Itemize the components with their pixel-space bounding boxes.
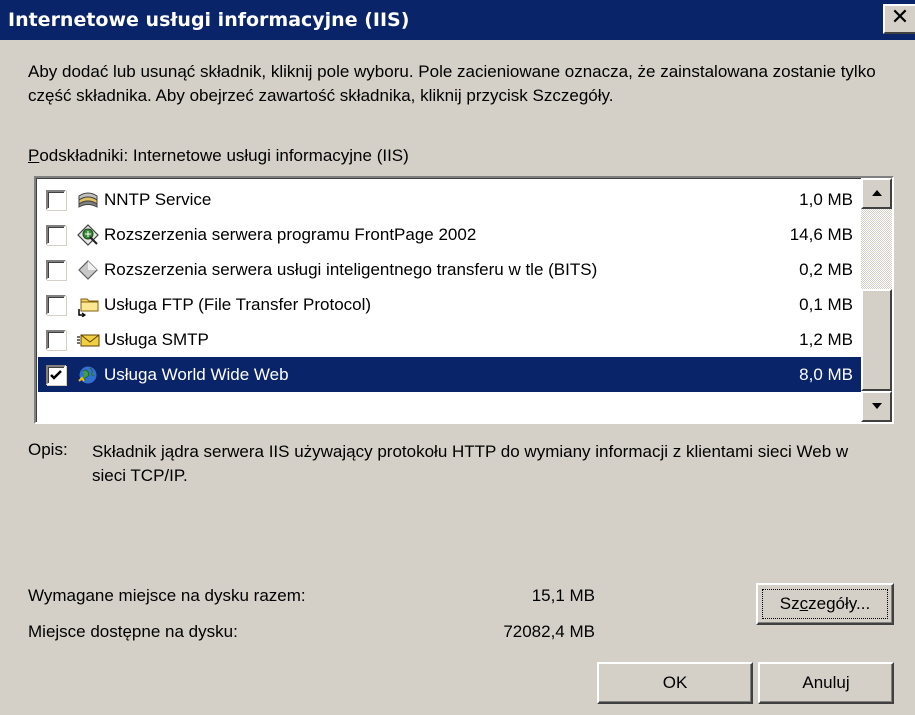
iis-dialog: Internetowe usługi informacyjne (IIS) ✕ … bbox=[0, 0, 915, 715]
list-item-ftp[interactable]: Usługa FTP (File Transfer Protocol) 0,1 … bbox=[38, 287, 863, 322]
available-space-label: Miejsce dostępne na dysku: bbox=[28, 622, 238, 641]
details-button[interactable]: Szczegóły... bbox=[756, 583, 894, 625]
ftp-folder-icon bbox=[76, 293, 100, 317]
checkmark-icon bbox=[50, 369, 62, 380]
available-space-value: 72082,4 MB bbox=[503, 622, 595, 641]
component-size: 0,2 MB bbox=[799, 260, 853, 279]
required-space-value: 15,1 MB bbox=[531, 586, 595, 605]
cancel-button[interactable]: Anuluj bbox=[758, 662, 894, 704]
description-text: Składnik jądra serwera IIS używający pro… bbox=[92, 442, 849, 485]
scroll-down-button[interactable] bbox=[861, 391, 892, 422]
checkbox-nntp[interactable] bbox=[46, 189, 66, 210]
description-label: Opis: bbox=[28, 440, 68, 459]
checkbox-smtp[interactable] bbox=[46, 329, 66, 350]
details-label-post: zegóły... bbox=[808, 594, 871, 613]
component-name: Usługa SMTP bbox=[104, 329, 209, 349]
close-button[interactable]: ✕ bbox=[883, 4, 915, 34]
component-name: Rozszerzenia serwera usługi inteligentne… bbox=[104, 259, 598, 279]
title-bar[interactable]: Internetowe usługi informacyjne (IIS) ✕ bbox=[0, 0, 915, 40]
vertical-scrollbar[interactable] bbox=[861, 178, 892, 422]
scroll-up-button[interactable] bbox=[861, 178, 892, 209]
checkbox-bits[interactable] bbox=[46, 259, 66, 280]
ok-button[interactable]: OK bbox=[597, 662, 753, 704]
component-name: Rozszerzenia serwera programu FrontPage … bbox=[104, 224, 477, 244]
scroll-thumb[interactable] bbox=[861, 289, 892, 391]
component-size: 1,2 MB bbox=[799, 330, 853, 349]
list-item-www[interactable]: Usługa World Wide Web 8,0 MB bbox=[38, 357, 863, 392]
component-name: Usługa World Wide Web bbox=[104, 364, 289, 384]
scroll-track[interactable] bbox=[861, 209, 892, 391]
component-name: NNTP Service bbox=[104, 189, 212, 209]
details-label-accel: c bbox=[799, 594, 809, 613]
list-item-bits[interactable]: Rozszerzenia serwera usługi inteligentne… bbox=[38, 252, 863, 287]
list-item-frontpage[interactable]: Rozszerzenia serwera programu FrontPage … bbox=[38, 217, 863, 252]
intro-text: Aby dodać lub usunąć składnik, kliknij p… bbox=[28, 62, 876, 105]
frontpage-icon bbox=[76, 223, 100, 247]
component-size: 1,0 MB bbox=[799, 190, 853, 209]
arrow-up-icon bbox=[872, 190, 882, 196]
component-size: 0,1 MB bbox=[799, 295, 853, 314]
subcomponents-label: Podskładniki: Internetowe usługi informa… bbox=[28, 146, 409, 166]
component-size: 14,6 MB bbox=[789, 225, 853, 244]
checkbox-www[interactable] bbox=[46, 364, 66, 385]
components-list[interactable]: NNTP Service 1,0 MB Rozszerzenia serwera… bbox=[34, 176, 894, 424]
details-label-pre: Sz bbox=[779, 594, 800, 613]
checkbox-frontpage[interactable] bbox=[46, 224, 66, 245]
component-size: 8,0 MB bbox=[799, 365, 853, 384]
subcomponents-label-accel: P bbox=[28, 146, 40, 165]
component-name: Usługa FTP (File Transfer Protocol) bbox=[104, 294, 372, 314]
close-icon: ✕ bbox=[890, 5, 910, 30]
components-rows: NNTP Service 1,0 MB Rozszerzenia serwera… bbox=[38, 182, 863, 392]
newsgroup-icon bbox=[76, 188, 100, 212]
diamond-icon bbox=[76, 258, 100, 282]
list-item-nntp[interactable]: NNTP Service 1,0 MB bbox=[38, 182, 863, 217]
list-item-smtp[interactable]: Usługa SMTP 1,2 MB bbox=[38, 322, 863, 357]
mail-icon bbox=[76, 328, 100, 352]
arrow-down-icon bbox=[872, 403, 882, 409]
globe-icon bbox=[76, 363, 100, 387]
required-space-label: Wymagane miejsce na dysku razem: bbox=[28, 586, 306, 605]
checkbox-ftp[interactable] bbox=[46, 294, 66, 315]
window-title: Internetowe usługi informacyjne (IIS) bbox=[8, 9, 410, 31]
subcomponents-label-rest: odskładniki: Internetowe usługi informac… bbox=[39, 146, 409, 165]
